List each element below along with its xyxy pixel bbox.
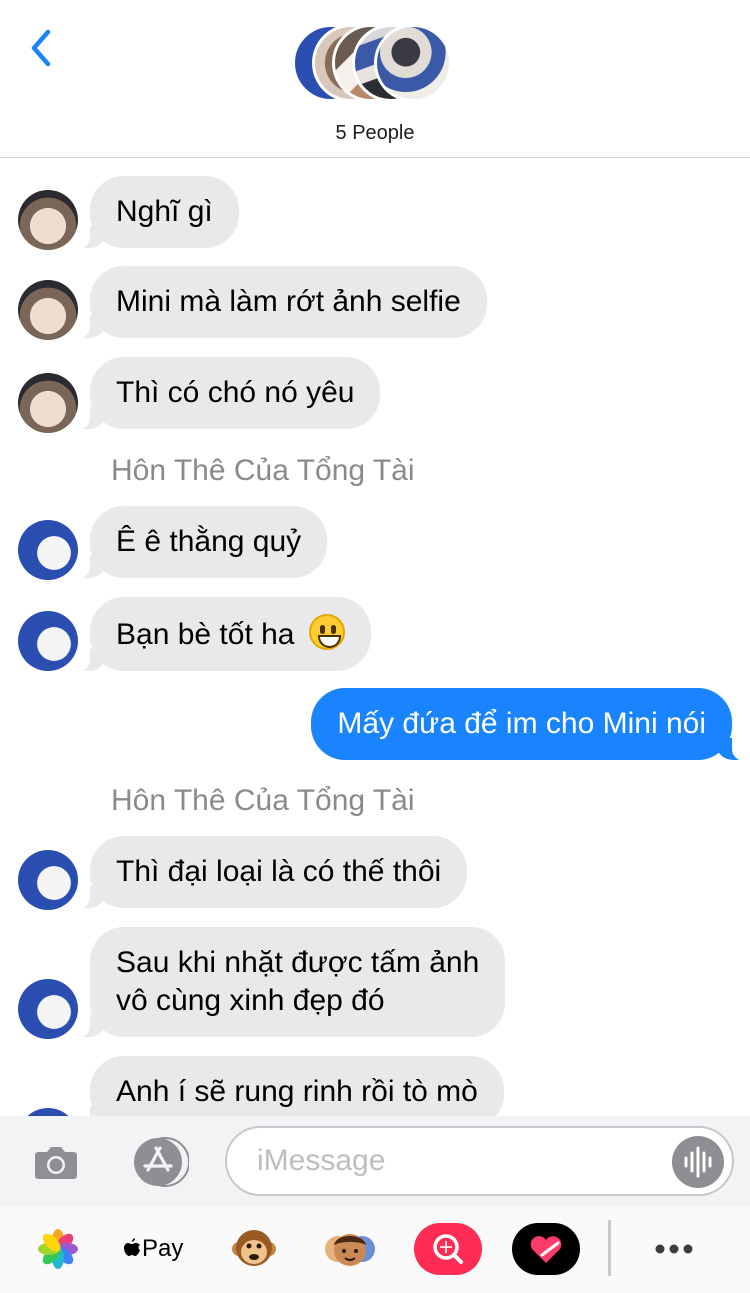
message-list[interactable]: Nghĩ gì Mini mà làm rớt ảnh selfie Thì c… (0, 158, 750, 1116)
digital-touch-app[interactable] (512, 1223, 580, 1275)
message-bubble[interactable]: Thì có chó nó yêu (77, 357, 381, 430)
image-search-app[interactable] (414, 1223, 482, 1275)
more-icon (655, 1244, 693, 1254)
apple-pay-label: Pay (142, 1235, 184, 1262)
camera-icon (35, 1147, 77, 1179)
message-bubble[interactable]: Thì đại loại là có thế thôi (77, 836, 468, 909)
message-row: Sau khi nhặt được tấm ảnh vô cùng xinh đ… (0, 927, 750, 1039)
audio-button[interactable] (672, 1136, 724, 1188)
message-bubble[interactable]: Anh í sẽ rung rinh rồi tò mò (78, 1056, 504, 1116)
monkey-animoji-icon (232, 1230, 276, 1266)
message-bubble[interactable]: Ê ê thằng quỷ (77, 506, 328, 579)
group-name[interactable]: 5 People (0, 122, 750, 145)
memoji-app[interactable] (316, 1223, 384, 1275)
message-row: Mini mà làm rớt ảnh selfie (0, 266, 750, 340)
message-input[interactable] (257, 1142, 657, 1180)
message-bubble[interactable]: Mini mà làm rớt ảnh selfie (78, 266, 487, 339)
message-row: Nghĩ gì (0, 176, 750, 250)
group-avatars[interactable] (292, 22, 462, 106)
photos-app[interactable] (24, 1223, 92, 1275)
message-row: Ê ê thằng quỷ (0, 506, 750, 580)
message-text: Bạn bè tốt ha (116, 618, 295, 651)
message-row: Bạn bè tốt ha (0, 597, 750, 672)
message-row: Thì có chó nó yêu (0, 357, 750, 433)
apple-pay-app[interactable]: Pay (116, 1223, 192, 1275)
audio-waveform-icon (684, 1146, 712, 1178)
message-row: Mấy đứa để im cho Mini nói (0, 688, 750, 761)
compose-bar (0, 1116, 750, 1206)
more-apps-button[interactable] (640, 1223, 708, 1275)
avatar (18, 850, 78, 910)
animoji-app[interactable] (220, 1223, 288, 1275)
divider (608, 1220, 611, 1276)
imessage-app-strip: Pay (0, 1206, 750, 1293)
avatar (18, 373, 78, 433)
app-store-button[interactable] (127, 1136, 190, 1188)
message-field[interactable] (225, 1126, 734, 1196)
conversation-header: 5 People (0, 0, 750, 158)
message-bubble[interactable]: Bạn bè tốt ha (78, 597, 371, 672)
message-row: Anh í sẽ rung rinh rồi tò mò (0, 1056, 750, 1116)
app-store-icon (134, 1137, 190, 1187)
photos-icon (38, 1229, 78, 1269)
message-line: Sau khi nhặt được tấm ảnh (116, 946, 480, 979)
memoji-icon (325, 1234, 375, 1266)
back-button[interactable] (24, 26, 64, 70)
avatar (18, 1108, 78, 1116)
message-line: vô cùng xinh đẹp đó (116, 984, 385, 1017)
avatar (374, 24, 452, 102)
avatar (18, 190, 78, 250)
sender-name: Hôn Thê Của Tổng Tài (111, 454, 415, 487)
digital-touch-icon (530, 1236, 562, 1263)
message-bubble[interactable]: Sau khi nhặt được tấm ảnh vô cùng xinh đ… (77, 927, 506, 1038)
avatar (18, 611, 78, 671)
apple-icon (124, 1238, 140, 1256)
message-bubble[interactable]: Nghĩ gì (78, 176, 239, 249)
avatar (18, 979, 78, 1039)
image-search-icon (433, 1234, 463, 1264)
avatar (18, 280, 78, 340)
sender-name: Hôn Thê Của Tổng Tài (111, 784, 415, 817)
chevron-left-icon (31, 29, 51, 67)
message-bubble-outgoing[interactable]: Mấy đứa để im cho Mini nói (311, 688, 744, 761)
grinning-face-icon (308, 614, 345, 650)
camera-button[interactable] (32, 1138, 80, 1186)
avatar (18, 520, 78, 580)
message-row: Thì đại loại là có thế thôi (0, 836, 750, 910)
